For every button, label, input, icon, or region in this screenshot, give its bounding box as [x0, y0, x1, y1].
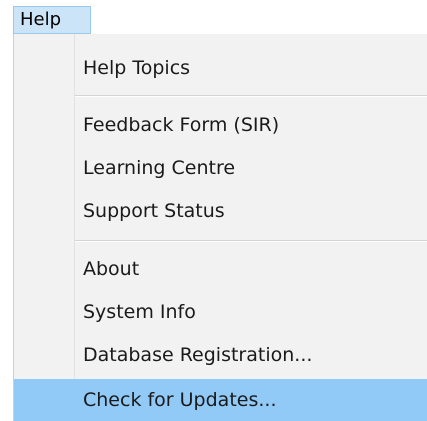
menu-bar: Help	[0, 0, 427, 36]
menu-item-learning-centre[interactable]: Learning Centre	[14, 147, 427, 189]
menu-item-check-for-updates[interactable]: Check for Updates...	[14, 379, 427, 421]
menu-item-system-info[interactable]: System Info	[14, 291, 427, 333]
menu-help[interactable]: Help	[13, 6, 91, 34]
menu-item-database-registration[interactable]: Database Registration...	[14, 334, 427, 376]
menu-separator-highlight	[75, 241, 427, 242]
menu-separator-highlight	[75, 96, 427, 97]
menu-item-feedback-form[interactable]: Feedback Form (SIR)	[14, 104, 427, 146]
menu-item-about[interactable]: About	[14, 248, 427, 290]
menu-item-support-status[interactable]: Support Status	[14, 190, 427, 232]
screen: Help Help Topics Feedback Form (SIR) Lea…	[0, 0, 427, 421]
help-dropdown-menu: Help Topics Feedback Form (SIR) Learning…	[13, 34, 427, 421]
menu-item-help-topics[interactable]: Help Topics	[14, 47, 427, 89]
